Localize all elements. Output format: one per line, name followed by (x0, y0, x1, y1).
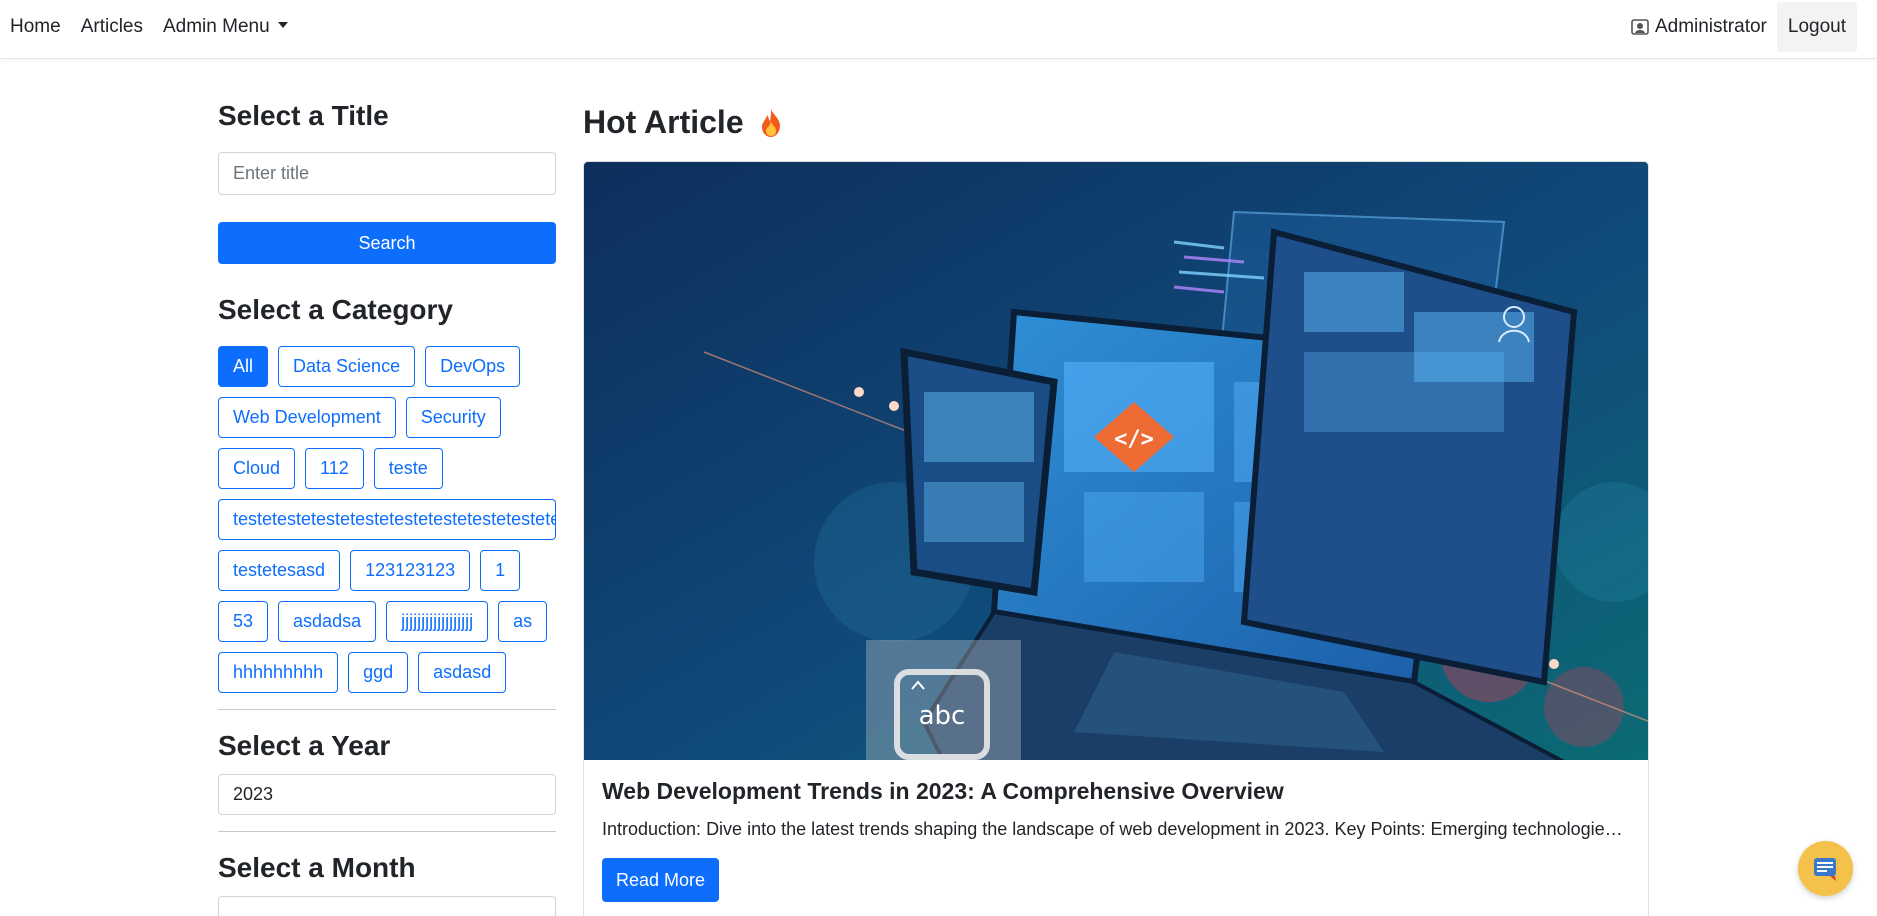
category-chip[interactable]: as (498, 601, 548, 642)
category-chip[interactable]: 112 (305, 448, 364, 489)
title-search-input[interactable] (218, 152, 556, 195)
category-chip[interactable]: hhhhhhhhh (218, 652, 339, 693)
category-chip-row: 53 asdadsa jjjjjjjjjjjjjjjjjj as (218, 601, 556, 642)
hot-article-label: Hot Article (583, 104, 744, 140)
category-chip-row: All Data Science DevOps (218, 346, 556, 387)
nav-left: Home Articles Admin Menu (10, 0, 308, 54)
category-chip[interactable]: Security (405, 397, 501, 438)
category-chip-row: Cloud 112 teste (218, 448, 556, 489)
year-input[interactable] (218, 774, 556, 815)
category-chip[interactable]: asdadsa (278, 601, 377, 642)
article-excerpt: Introduction: Dive into the latest trend… (602, 819, 1630, 839)
category-chip[interactable]: 1 (480, 550, 521, 591)
main-content: Hot Article </> abc Web Development Tren… (583, 104, 1649, 916)
fire-icon (761, 108, 780, 137)
category-chip[interactable]: Cloud (218, 448, 296, 489)
nav-admin-menu-dropdown[interactable]: Admin Menu (163, 16, 298, 38)
user-badge-icon (1631, 19, 1649, 35)
chat-widget-button[interactable] (1798, 841, 1853, 896)
card-body: Web Development Trends in 2023: A Compre… (584, 760, 1648, 916)
image-overlay-text: abc (919, 701, 966, 731)
nav-articles-link[interactable]: Articles (81, 16, 153, 38)
nav-right: Administrator Logout (1631, 0, 1857, 54)
title-filter-heading: Select a Title (218, 100, 389, 131)
chat-widget-icon (1814, 858, 1836, 881)
logout-button[interactable]: Logout (1776, 2, 1857, 52)
divider (218, 831, 556, 832)
category-chip-row: testetesasd 123123123 1 (218, 550, 556, 591)
divider (218, 709, 556, 710)
user-name: Administrator (1654, 16, 1767, 37)
category-chip-list: All Data Science DevOps Web Development Secu… (218, 346, 556, 693)
category-chip[interactable]: testetesasd (218, 550, 341, 591)
hot-article-card: </> abc Web Development Trends in 2023: … (583, 161, 1649, 916)
category-chip[interactable]: DevOps (425, 346, 521, 387)
category-chip-row: testetestetestetestetestetestetesteteste… (218, 499, 556, 540)
search-button[interactable]: Search (218, 222, 556, 264)
nav-home-link[interactable]: Home (10, 16, 71, 38)
dropdown-caret-icon (277, 22, 288, 28)
category-chip[interactable]: All (218, 346, 269, 387)
category-chip[interactable]: 53 (218, 601, 269, 642)
category-chip[interactable]: Web Development (218, 397, 396, 438)
category-chip[interactable]: asdasd (418, 652, 507, 693)
article-title[interactable]: Web Development Trends in 2023: A Compre… (602, 778, 1630, 805)
category-filter-heading: Select a Category (218, 294, 453, 325)
svg-text:</>: </> (1114, 427, 1154, 452)
month-select[interactable] (218, 896, 556, 916)
filter-sidebar: Select a Title Search Select a Category … (218, 100, 556, 916)
month-filter-heading: Select a Month (218, 852, 416, 883)
category-chip[interactable]: jjjjjjjjjjjjjjjjjj (386, 601, 489, 642)
year-filter-heading: Select a Year (218, 730, 391, 761)
category-chip[interactable]: Data Science (278, 346, 416, 387)
category-chip[interactable]: 123123123 (350, 550, 471, 591)
read-more-button[interactable]: Read More (602, 858, 720, 902)
category-chip-row: Web Development Security (218, 397, 556, 438)
admin-menu-label: Admin Menu (162, 16, 270, 37)
navbar: Home Articles Admin Menu Administrator L… (0, 0, 1877, 59)
category-chip[interactable]: testetestetestetestetestetestetesteteste… (218, 499, 556, 540)
article-hero-image[interactable]: </> abc (584, 162, 1649, 760)
category-chip[interactable]: ggd (348, 652, 409, 693)
hot-article-heading: Hot Article (583, 104, 1649, 141)
category-chip-row: hhhhhhhhh ggd asdasd (218, 652, 556, 693)
user-menu[interactable]: Administrator (1631, 16, 1767, 38)
category-chip[interactable]: teste (373, 448, 443, 489)
